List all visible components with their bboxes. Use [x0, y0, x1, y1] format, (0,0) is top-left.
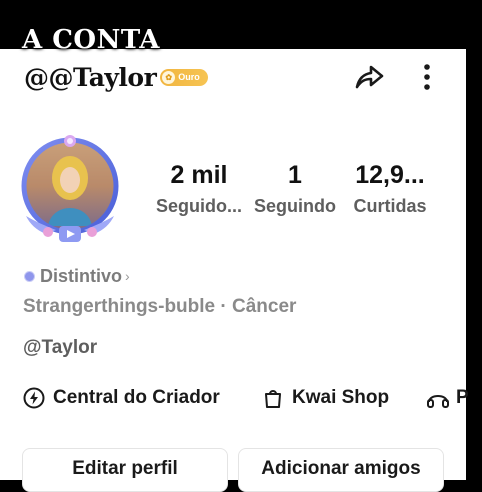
stat-followers-label: Seguido...	[155, 196, 242, 216]
partial-link-glyph: P	[456, 387, 469, 408]
stat-followers[interactable]: 2 mil Seguido...	[144, 158, 254, 218]
avatar[interactable]	[12, 130, 130, 248]
username-row: @@Taylor ✿ Ouro	[24, 60, 209, 94]
share-icon[interactable]	[351, 62, 385, 92]
add-friends-button[interactable]: Adicionar amigos	[238, 448, 444, 492]
profile-panel	[0, 49, 466, 480]
stat-followers-value: 2 mil	[170, 161, 228, 189]
stat-following[interactable]: 1 Seguindo	[248, 158, 342, 218]
profile-bio: Strangerthings-buble · Câncer	[23, 296, 297, 317]
profile-handle: @Taylor	[23, 337, 98, 358]
gold-level-badge[interactable]: ✿ Ouro	[160, 68, 209, 86]
coin-icon: ✿	[162, 70, 176, 84]
edit-profile-label: Editar perfil	[72, 458, 178, 479]
creator-center-label: Central do Criador	[53, 387, 220, 408]
quick-link-partial[interactable]: P	[426, 386, 469, 410]
headphones-icon	[427, 395, 449, 408]
stat-likes-label: Curtidas	[353, 196, 427, 216]
gold-badge-label: Ouro	[178, 72, 200, 82]
add-friends-label: Adicionar amigos	[261, 458, 421, 479]
stat-likes[interactable]: 12,9... Curtidas	[342, 158, 438, 218]
shopping-bag-icon	[265, 390, 281, 408]
edit-profile-button[interactable]: Editar perfil	[22, 448, 228, 492]
profile-username: @@Taylor	[24, 62, 157, 92]
stat-following-value: 1	[288, 161, 302, 189]
more-vertical-icon[interactable]	[420, 62, 434, 92]
distintivo-icon	[24, 270, 35, 282]
kwai-shop-link[interactable]: Kwai Shop	[262, 386, 389, 410]
stat-following-label: Seguindo	[254, 196, 336, 216]
lightning-circle-icon	[23, 387, 45, 409]
stat-likes-value: 12,9...	[355, 161, 425, 189]
distintivo-link[interactable]: Distintivo ›	[24, 266, 130, 286]
overlay-caption: A CONTA	[22, 25, 160, 55]
chevron-right-icon: ›	[125, 268, 130, 284]
distintivo-label: Distintivo	[40, 265, 123, 286]
kwai-shop-label: Kwai Shop	[292, 387, 390, 408]
creator-center-link[interactable]: Central do Criador	[23, 386, 220, 410]
